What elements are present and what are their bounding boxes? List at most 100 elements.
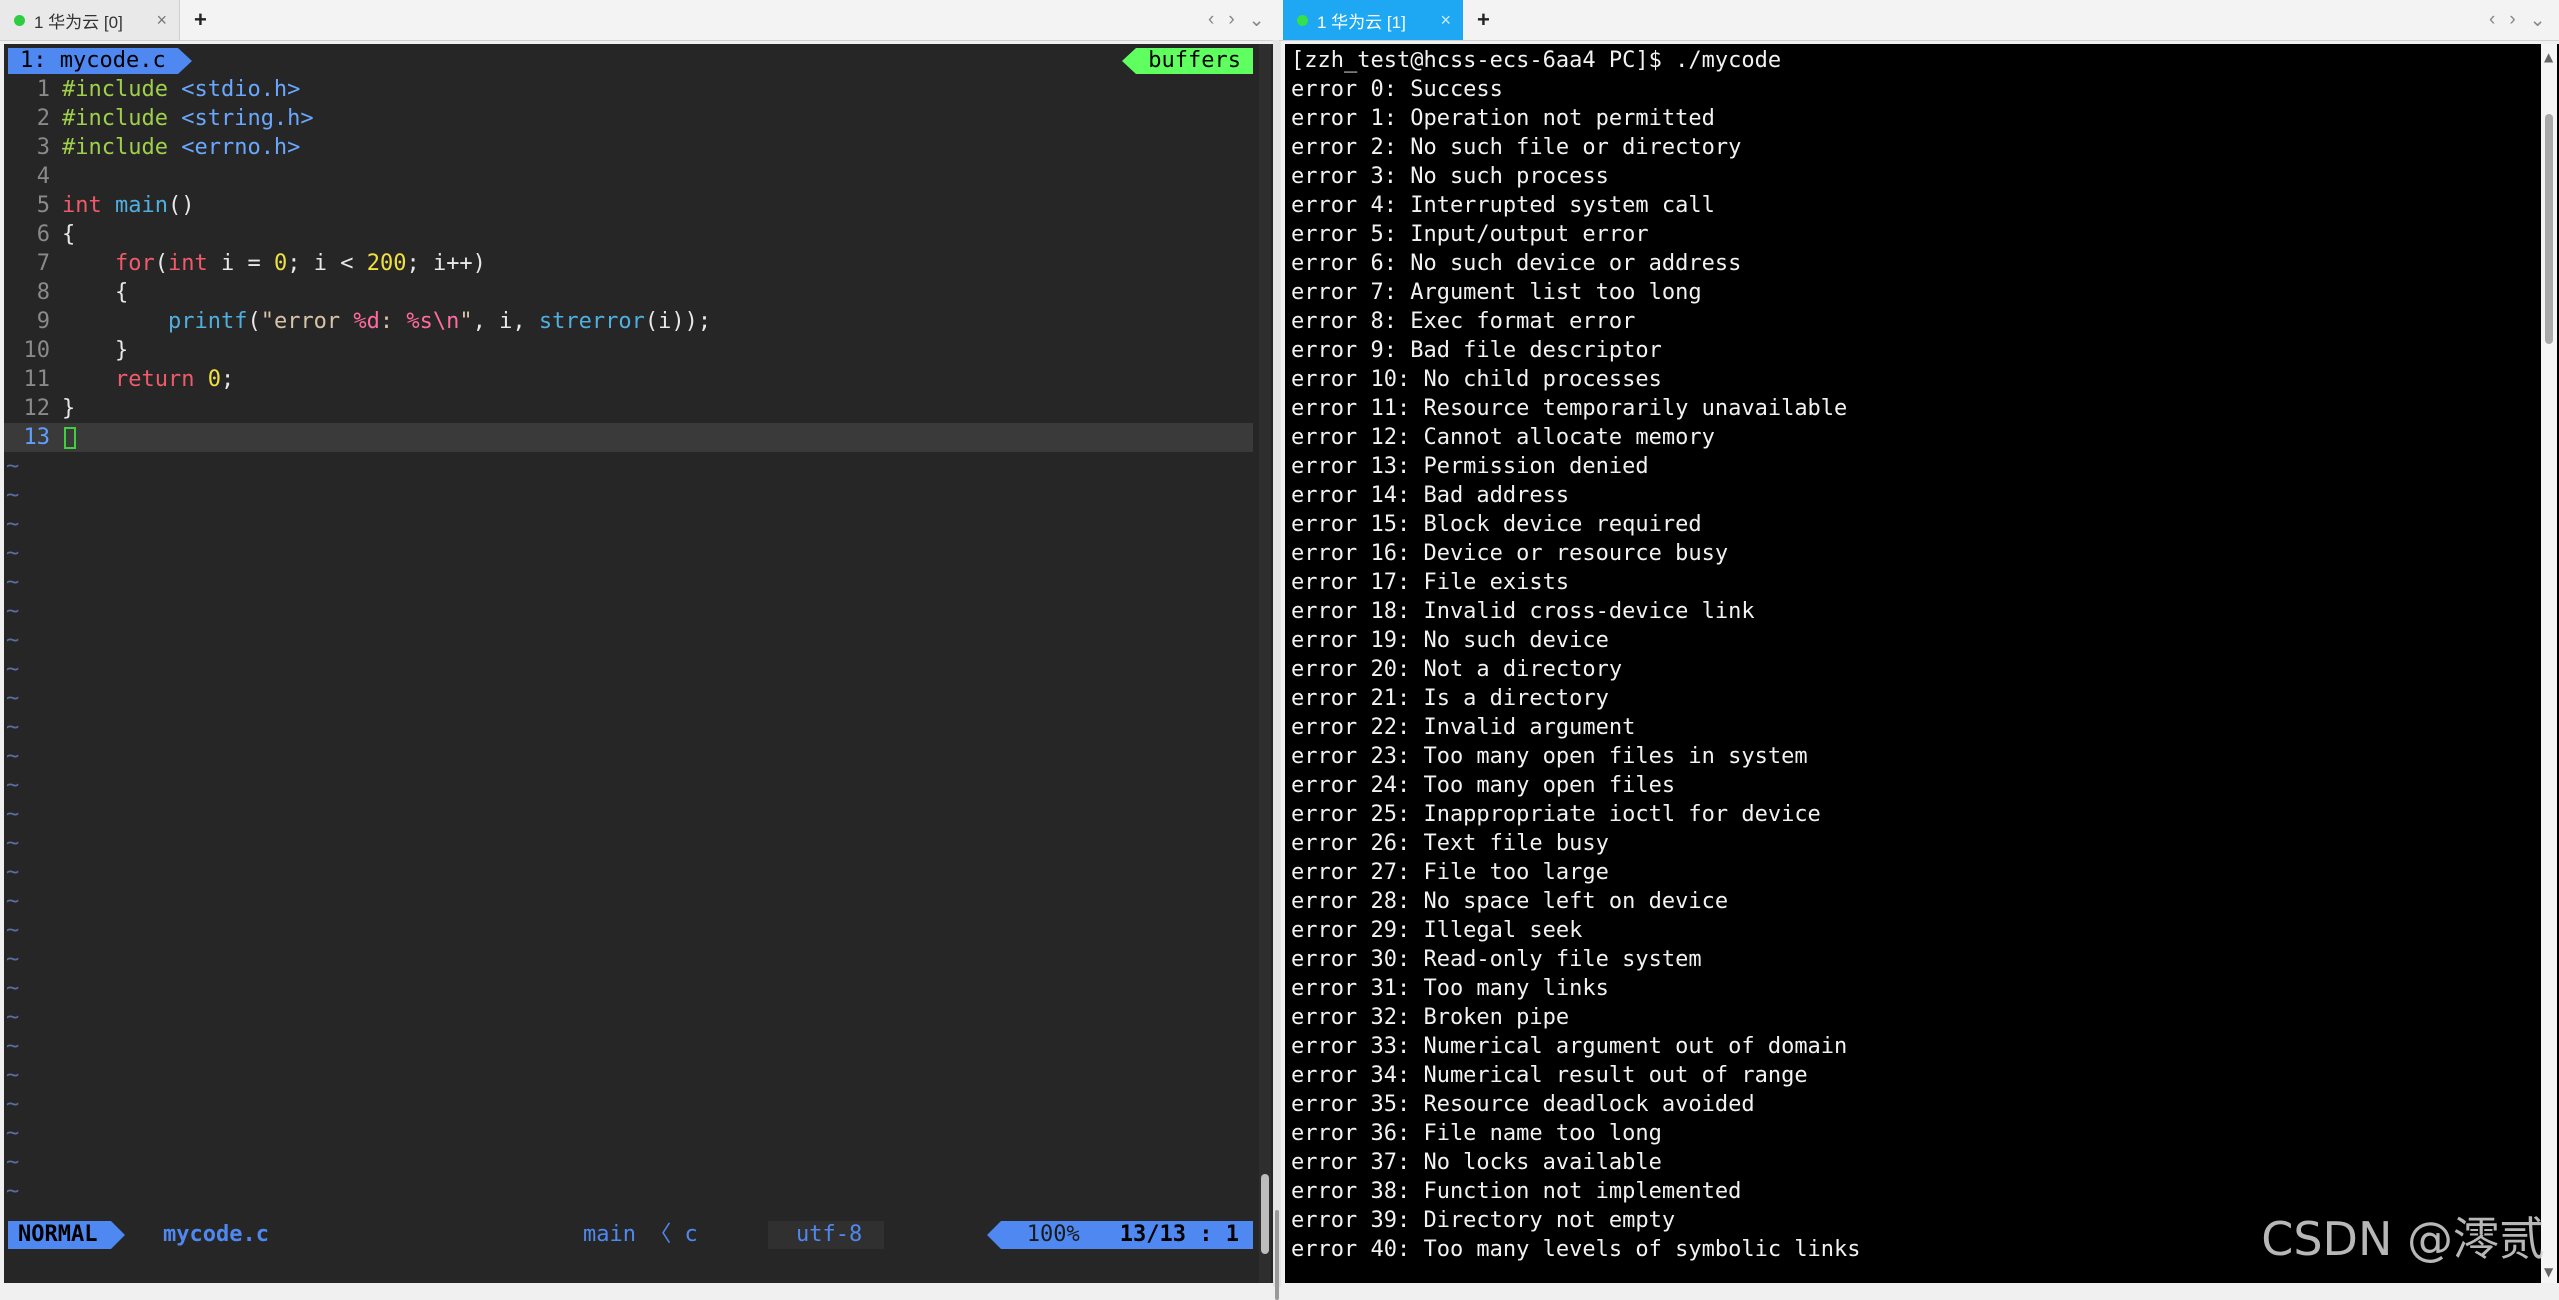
- tilde-line: ~: [6, 860, 20, 885]
- tilde-line: ~: [6, 570, 20, 595]
- output-line: error 11: Resource temporarily unavailab…: [1291, 396, 1848, 421]
- output-line: error 26: Text file busy: [1291, 831, 1609, 856]
- scrollbar-thumb[interactable]: [1261, 1174, 1269, 1254]
- scrollbar-thumb[interactable]: [2545, 114, 2553, 344]
- output-line: error 9: Bad file descriptor: [1291, 338, 1662, 363]
- close-tab-icon[interactable]: ×: [156, 10, 167, 31]
- right-tab-bar: 1 华为云 [1] × + ‹ › ⌄: [1279, 0, 2559, 41]
- new-tab-button[interactable]: +: [1477, 0, 1490, 40]
- code-line: 3 #include <errno.h>: [36, 135, 301, 160]
- code-line: 12}: [23, 396, 76, 421]
- vim-filename: mycode.c: [163, 1222, 269, 1247]
- scroll-up-icon[interactable]: ▲: [2544, 50, 2553, 64]
- scroll-down-icon[interactable]: ▼: [2544, 1265, 2553, 1279]
- chevron-down-icon[interactable]: ⌄: [1249, 9, 1265, 32]
- output-line: error 3: No such process: [1291, 164, 1609, 189]
- output-line: error 7: Argument list too long: [1291, 280, 1702, 305]
- shell-prompt: [zzh_test@hcss-ecs-6aa4 PC]$ ./mycode: [1291, 48, 1782, 73]
- chevron-left-icon[interactable]: ‹: [1208, 9, 1214, 31]
- connection-status-icon: [14, 14, 25, 26]
- left-pane: 1 华为云 [0] × + ‹ › ⌄ 1: mycode.c buffers …: [0, 0, 1279, 1287]
- vim-cursor-pos: 13/13 : 1: [1119, 1222, 1239, 1247]
- output-line: error 21: Is a directory: [1291, 686, 1609, 711]
- output-line: error 2: No such file or directory: [1291, 135, 1742, 160]
- vim-editor[interactable]: 1: mycode.c buffers 1 #include <stdio.h> …: [4, 44, 1273, 1283]
- chevron-down-icon[interactable]: ⌄: [2530, 9, 2546, 32]
- vim-buffer-tab[interactable]: 1: mycode.c: [8, 48, 192, 74]
- output-line: error 29: Illegal seek: [1291, 918, 1583, 943]
- tilde-line: ~: [6, 976, 20, 1001]
- output-line: error 8: Exec format error: [1291, 309, 1636, 334]
- tilde-line: ~: [6, 918, 20, 943]
- close-tab-icon[interactable]: ×: [1440, 10, 1451, 31]
- output-line: error 34: Numerical result out of range: [1291, 1063, 1808, 1088]
- vim-function: main 〈 c: [583, 1222, 698, 1247]
- output-line: error 6: No such device or address: [1291, 251, 1742, 276]
- tilde-line: ~: [6, 541, 20, 566]
- vim-encoding: utf-8: [768, 1221, 885, 1249]
- vertical-scrollbar[interactable]: ▲ ▼: [2541, 44, 2557, 1283]
- output-line: error 13: Permission denied: [1291, 454, 1649, 479]
- tilde-line: ~: [6, 889, 20, 914]
- terminal-text: [zzh_test@hcss-ecs-6aa4 PC]$ ./mycode er…: [1291, 46, 2529, 1264]
- text-cursor: [64, 427, 76, 449]
- output-line: error 12: Cannot allocate memory: [1291, 425, 1715, 450]
- tilde-line: ~: [6, 686, 20, 711]
- code-line: 2 #include <string.h>: [36, 106, 314, 131]
- tab-huaweicloud-1[interactable]: 1 华为云 [1] ×: [1283, 0, 1463, 40]
- output-line: error 15: Block device required: [1291, 512, 1702, 537]
- output-line: error 30: Read-only file system: [1291, 947, 1702, 972]
- tilde-line: ~: [6, 1179, 20, 1204]
- output-line: error 38: Function not implemented: [1291, 1179, 1742, 1204]
- tab-nav: ‹ › ⌄: [1208, 0, 1265, 40]
- code-line: 10 }: [23, 338, 129, 363]
- terminal-output[interactable]: [zzh_test@hcss-ecs-6aa4 PC]$ ./mycode er…: [1285, 44, 2559, 1283]
- output-line: error 25: Inappropriate ioctl for device: [1291, 802, 1821, 827]
- tab-label: 1 华为云 [0]: [34, 12, 123, 32]
- empty-lines: ~ ~ ~ ~ ~ ~ ~ ~ ~ ~ ~ ~ ~ ~ ~ ~ ~ ~ ~ ~ ~ ~ ~ ~ ~ ~: [4, 452, 1253, 1206]
- output-line: error 22: Invalid argument: [1291, 715, 1636, 740]
- output-line: error 14: Bad address: [1291, 483, 1570, 508]
- tilde-line: ~: [6, 1121, 20, 1146]
- output-line: error 37: No locks available: [1291, 1150, 1662, 1175]
- code-line: 6{: [36, 222, 76, 247]
- tilde-line: ~: [6, 831, 20, 856]
- tilde-line: ~: [6, 1092, 20, 1117]
- output-line: error 4: Interrupted system call: [1291, 193, 1715, 218]
- connection-status-icon: [1297, 14, 1308, 26]
- output-line: error 1: Operation not permitted: [1291, 106, 1715, 131]
- vim-tabline: 1: mycode.c buffers: [8, 48, 1253, 74]
- output-line: error 31: Too many links: [1291, 976, 1609, 1001]
- tilde-line: ~: [6, 657, 20, 682]
- output-line: error 32: Broken pipe: [1291, 1005, 1570, 1030]
- tilde-line: ~: [6, 1034, 20, 1059]
- tilde-line: ~: [6, 1005, 20, 1030]
- code-area[interactable]: 1 #include <stdio.h> 2 #include <string.h>…: [4, 75, 1253, 1206]
- vim-position: 100% 13/13 : 1: [986, 1221, 1253, 1249]
- vertical-scrollbar[interactable]: [1259, 44, 1271, 1283]
- vim-statusline: NORMAL mycode.c main 〈 c utf-8 100% 13/13…: [8, 1221, 1253, 1249]
- tilde-line: ~: [6, 1063, 20, 1088]
- chevron-left-icon[interactable]: ‹: [2489, 9, 2495, 31]
- vim-buffers-label: buffers: [1122, 48, 1253, 74]
- tab-label: 1 华为云 [1]: [1317, 12, 1406, 32]
- tab-huaweicloud-0[interactable]: 1 华为云 [0] ×: [0, 0, 180, 40]
- code-line: 9 printf("error %d: %s\n", i, strerror(i…: [36, 309, 712, 334]
- new-tab-button[interactable]: +: [194, 0, 207, 40]
- tilde-line: ~: [6, 599, 20, 624]
- tilde-line: ~: [6, 744, 20, 769]
- output-line: error 24: Too many open files: [1291, 773, 1676, 798]
- code-line: 4: [36, 164, 50, 189]
- output-line: error 36: File name too long: [1291, 1121, 1662, 1146]
- code-line: 1 #include <stdio.h>: [36, 77, 301, 102]
- program-output: error 0: Success error 1: Operation not p…: [1291, 75, 2529, 1264]
- csdn-watermark: CSDN @澪贰: [2261, 1212, 2545, 1266]
- output-line: error 23: Too many open files in system: [1291, 744, 1808, 769]
- tilde-line: ~: [6, 715, 20, 740]
- tab-nav: ‹ › ⌄: [2489, 0, 2546, 40]
- tilde-line: ~: [6, 483, 20, 508]
- chevron-right-icon[interactable]: ›: [2509, 9, 2515, 31]
- output-line: error 10: No child processes: [1291, 367, 1662, 392]
- chevron-right-icon[interactable]: ›: [1228, 9, 1234, 31]
- vim-mode: NORMAL: [8, 1221, 127, 1249]
